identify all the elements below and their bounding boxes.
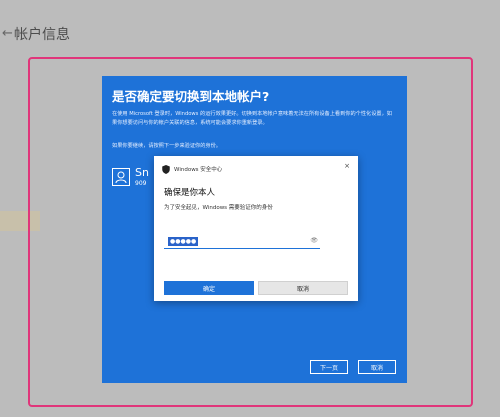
security-cancel-button[interactable]: 取消 [258, 281, 348, 295]
security-dialog-subtitle: 为了安全起见，Windows 需要验证你的身份 [164, 205, 273, 211]
shield-icon [162, 164, 170, 174]
dialog-title: 是否确定要切换到本地帐户? [112, 89, 270, 104]
account-name: Sn [135, 166, 149, 179]
eye-icon[interactable]: 👁 [310, 237, 318, 244]
security-dialog-title: 确保是你本人 [164, 188, 216, 198]
windows-security-dialog: Windows 安全中心 × 确保是你本人 为了安全起见，Windows 需要验… [154, 156, 358, 301]
dialog-description: 在使用 Microsoft 登录时，Windows 的运行效果更好。切换到本地帐… [112, 111, 392, 126]
account-id: 909 [135, 180, 147, 187]
cancel-button[interactable]: 取消 [358, 360, 396, 374]
pin-input[interactable]: ●●●●● 👁 [164, 236, 320, 249]
security-dialog-app-name: Windows 安全中心 [174, 167, 223, 173]
dialog-hint: 如果你要继续，请按照下一步来验证你的身份。 [112, 143, 221, 149]
pin-input-value: ●●●●● [168, 237, 199, 246]
next-button[interactable]: 下一页 [310, 360, 348, 374]
ok-button[interactable]: 确定 [164, 281, 254, 295]
user-avatar-icon [112, 168, 130, 186]
close-icon[interactable]: × [344, 162, 350, 170]
security-dialog-header: Windows 安全中心 [162, 164, 222, 174]
